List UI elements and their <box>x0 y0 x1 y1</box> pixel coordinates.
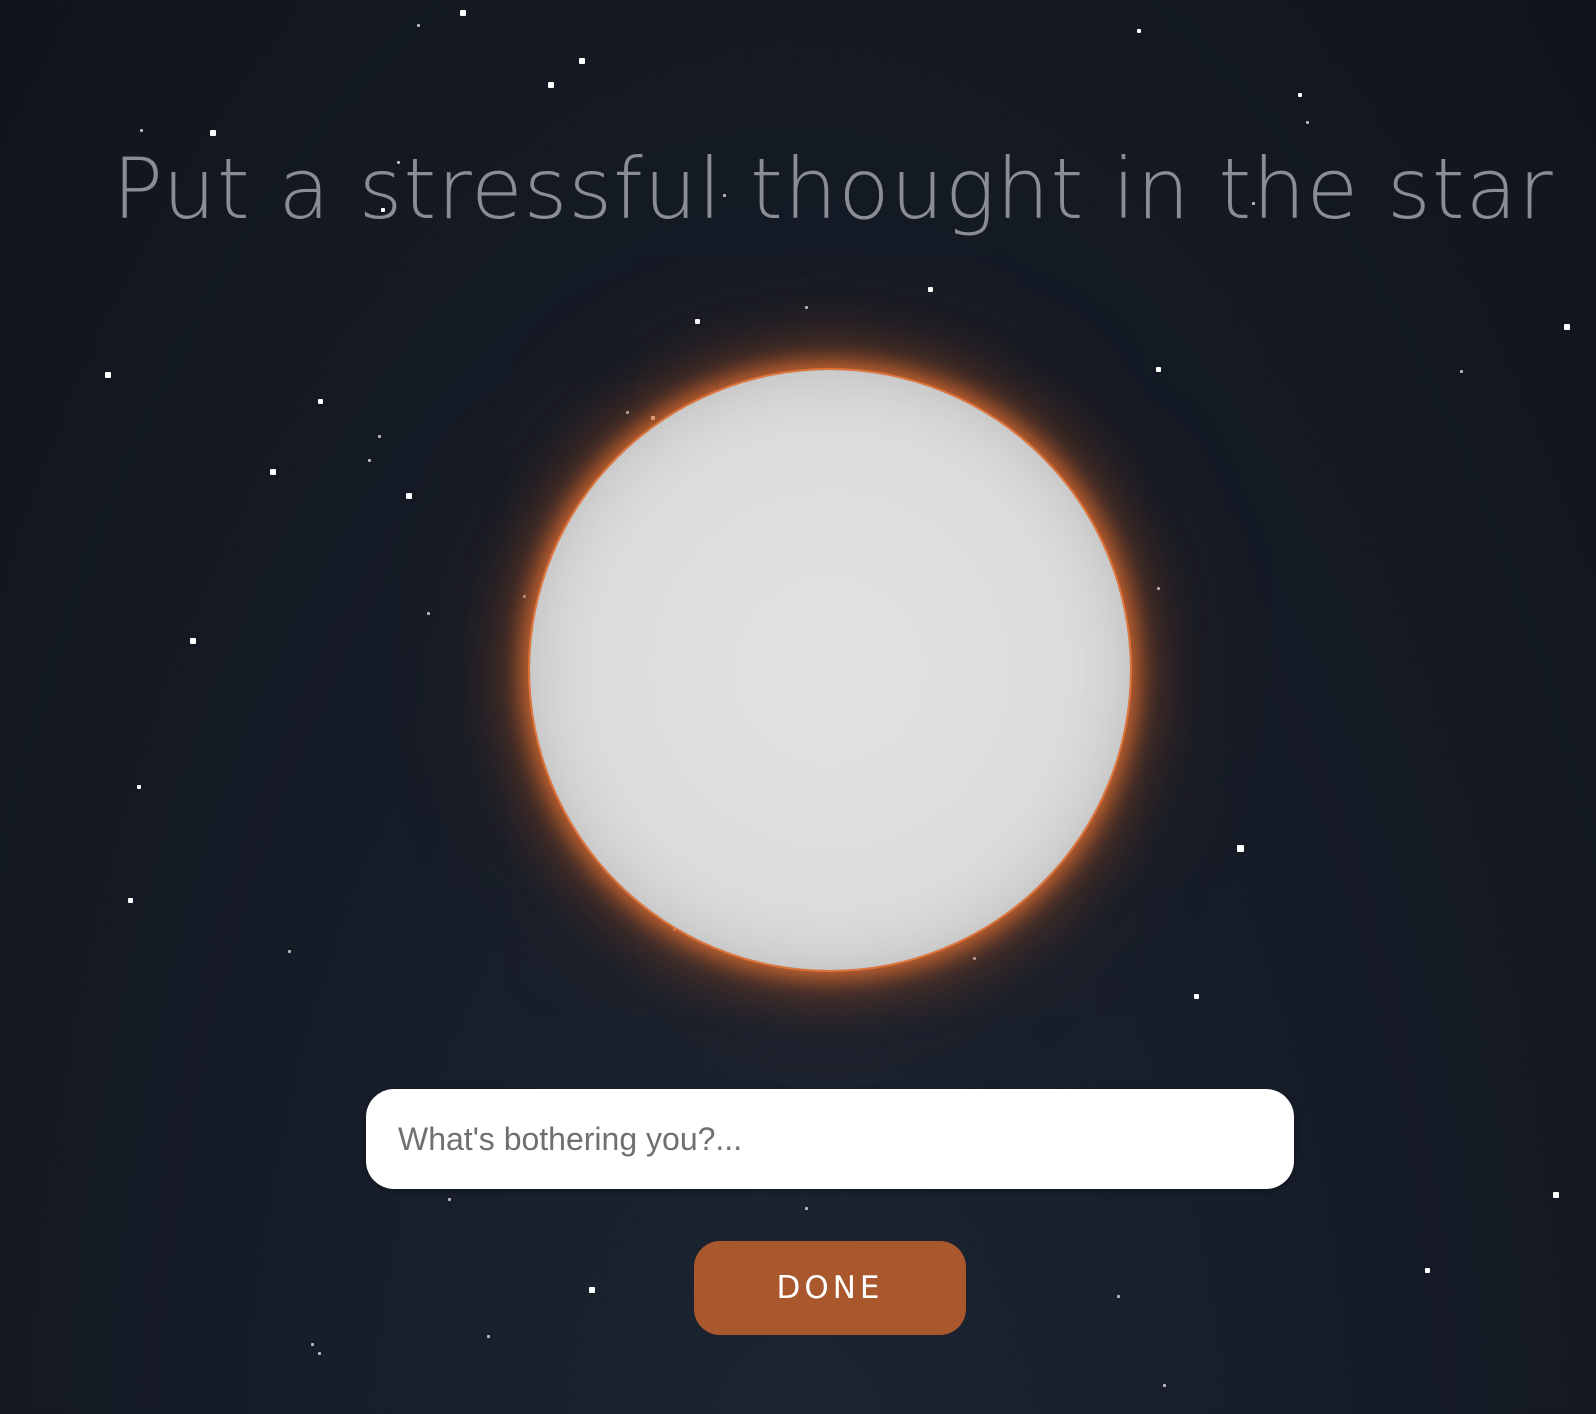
background-star <box>378 435 381 438</box>
background-star <box>417 24 420 27</box>
background-star <box>1460 370 1463 373</box>
background-star <box>210 130 216 136</box>
background-star <box>548 82 554 88</box>
background-star <box>318 399 323 404</box>
background-star <box>311 1343 314 1346</box>
background-star <box>1237 845 1244 852</box>
background-star <box>140 129 143 132</box>
background-star <box>368 459 371 462</box>
background-star <box>1306 121 1309 124</box>
background-star <box>1137 29 1141 33</box>
background-star <box>318 1352 321 1355</box>
background-star <box>1553 1192 1559 1198</box>
background-star <box>805 1207 808 1210</box>
background-star <box>805 306 808 309</box>
page-title: Put a stressful thought in the star <box>112 140 1554 238</box>
background-star <box>1425 1268 1430 1273</box>
background-star <box>928 287 933 292</box>
background-star <box>651 416 655 420</box>
background-star <box>579 58 585 64</box>
done-button[interactable]: DONE <box>694 1241 966 1335</box>
background-star <box>1298 93 1302 97</box>
background-star <box>406 493 412 499</box>
background-star <box>673 928 676 931</box>
background-star <box>1564 324 1570 330</box>
thought-input[interactable] <box>366 1089 1294 1189</box>
background-star <box>973 957 976 960</box>
background-star <box>1157 587 1160 590</box>
background-star <box>1117 1295 1120 1298</box>
background-star <box>137 785 141 789</box>
background-star <box>589 1287 595 1293</box>
thought-input-container <box>366 1089 1294 1189</box>
background-star <box>523 595 526 598</box>
background-star <box>487 1335 490 1338</box>
background-star <box>626 411 629 414</box>
background-star <box>270 469 276 475</box>
background-star <box>1163 1384 1166 1387</box>
background-star <box>695 319 700 324</box>
background-star <box>460 10 466 16</box>
background-star <box>128 898 133 903</box>
background-star <box>105 372 111 378</box>
background-star <box>288 950 291 953</box>
background-star <box>190 638 196 644</box>
glowing-star-orb[interactable] <box>530 370 1130 970</box>
background-star <box>1194 994 1199 999</box>
background-star <box>448 1198 451 1201</box>
background-star <box>1156 367 1161 372</box>
background-star <box>427 612 430 615</box>
